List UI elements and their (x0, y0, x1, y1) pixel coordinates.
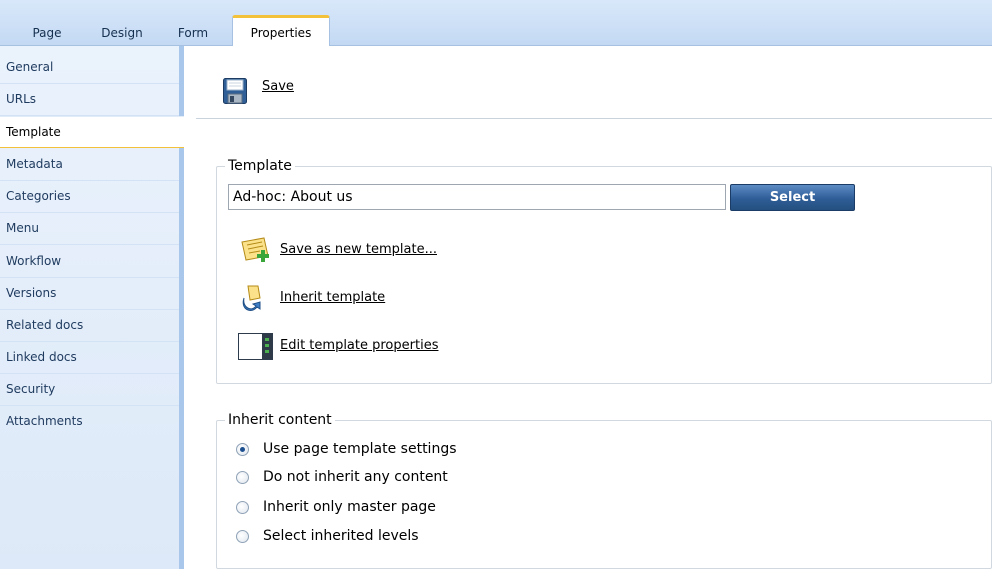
select-template-button[interactable]: Select (730, 184, 855, 211)
sidebar-item-versions[interactable]: Versions (0, 278, 179, 310)
inherit-content-legend: Inherit content (228, 412, 332, 428)
radio-label: Use page template settings (263, 441, 457, 457)
edit-template-properties-link[interactable]: Edit template properties (280, 338, 438, 353)
sidebar-item-related-docs[interactable]: Related docs (0, 310, 179, 342)
save-template-icon (241, 237, 269, 262)
template-legend: Template (228, 158, 292, 174)
radio-button[interactable] (236, 501, 249, 514)
radio-button[interactable] (236, 530, 249, 543)
sidebar-item-linked-docs[interactable]: Linked docs (0, 342, 179, 374)
sidebar-item-categories[interactable]: Categories (0, 181, 179, 213)
sidebar-item-urls[interactable]: URLs (0, 84, 179, 116)
edit-template-icon (238, 333, 273, 360)
radio-button[interactable] (236, 443, 249, 456)
tab-page[interactable]: Page (22, 22, 72, 46)
inherit-template-link[interactable]: Inherit template (280, 290, 385, 305)
tab-form[interactable]: Form (170, 22, 216, 46)
save-as-new-template-link[interactable]: Save as new template... (280, 242, 437, 257)
sidebar: General URLs Template Metadata Categorie… (0, 46, 184, 569)
radio-label: Select inherited levels (263, 528, 419, 544)
sidebar-item-attachments[interactable]: Attachments (0, 406, 179, 438)
floppy-disk-icon[interactable] (223, 78, 247, 104)
template-name-input[interactable] (228, 184, 726, 210)
sidebar-item-general[interactable]: General (0, 52, 179, 84)
tab-design[interactable]: Design (92, 22, 152, 46)
radio-label: Inherit only master page (263, 499, 436, 515)
save-toolbar: Save (196, 52, 992, 119)
sidebar-item-workflow[interactable]: Workflow (0, 246, 179, 278)
sidebar-item-menu[interactable]: Menu (0, 213, 179, 245)
sidebar-item-template[interactable]: Template (0, 116, 184, 148)
top-tab-bar: Page Design Form Properties (0, 0, 992, 46)
inherit-content-fieldset: Inherit content (216, 412, 992, 569)
sidebar-item-security[interactable]: Security (0, 374, 179, 406)
radio-button[interactable] (236, 471, 249, 484)
save-link[interactable]: Save (262, 79, 294, 94)
radio-label: Do not inherit any content (263, 469, 448, 485)
sidebar-item-metadata[interactable]: Metadata (0, 149, 179, 181)
tab-properties[interactable]: Properties (232, 15, 330, 46)
inherit-template-icon (242, 285, 261, 311)
